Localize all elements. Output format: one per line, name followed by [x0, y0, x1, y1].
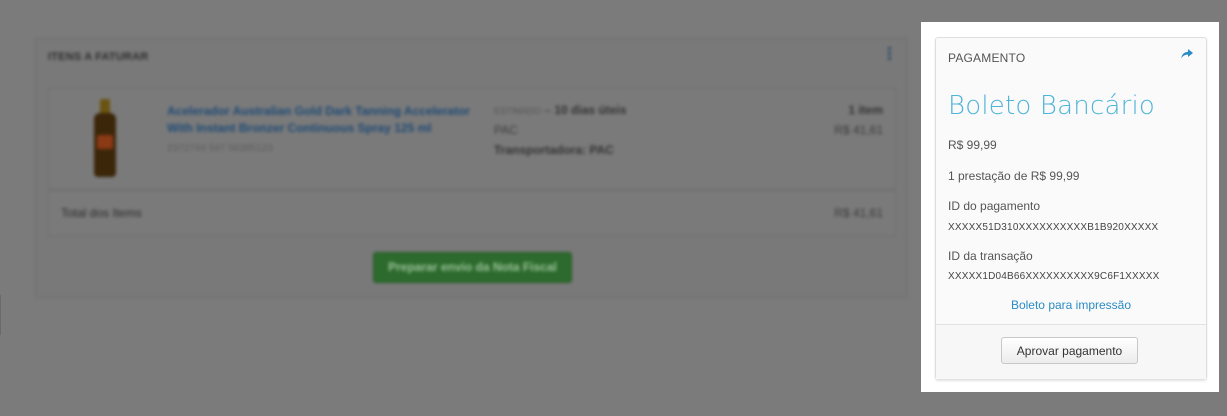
- shipping-method: PAC: [494, 123, 518, 137]
- prepare-invoice-button[interactable]: Preparar envio da Nota Fiscal: [373, 252, 572, 283]
- payment-id-value: XXXXX51D310XXXXXXXXXXB1B920XXXXX: [948, 222, 1159, 233]
- shipping-carrier: Transportadora: PAC: [494, 143, 614, 157]
- items-panel: ITENS A FATURAR Acelerador Australian Go…: [35, 38, 907, 298]
- boleto-print-link[interactable]: Boleto para impressão: [936, 298, 1206, 312]
- payment-method: Boleto Bancário: [948, 91, 1156, 121]
- payment-amount: R$ 99,99: [948, 138, 997, 152]
- payment-highlight-frame: PAGAMENTO Boleto Bancário R$ 99,99 1 pre…: [921, 22, 1219, 392]
- payment-installments: 1 prestação de R$ 99,99: [948, 169, 1080, 183]
- items-total-value: R$ 41,61: [834, 206, 883, 220]
- item-quantity: 1 item: [848, 103, 883, 117]
- transaction-id-label: ID da transação: [948, 249, 1033, 263]
- product-sku: 2372744 547 56385123: [167, 143, 273, 154]
- items-to-invoice-section: ITENS A FATURAR Acelerador Australian Go…: [35, 38, 907, 298]
- shipping-estimate: ESTIMADO – 10 dias úteis: [494, 103, 627, 117]
- product-name-link[interactable]: Acelerador Australian Gold Dark Tanning …: [167, 103, 487, 137]
- item-row: Acelerador Australian Gold Dark Tanning …: [48, 88, 896, 190]
- product-image: [92, 99, 118, 179]
- payment-panel-footer: Aprovar pagamento: [936, 324, 1206, 379]
- item-price: R$ 41,61: [834, 123, 883, 137]
- items-total-label: Total dos Items: [61, 206, 142, 220]
- shipping-estimate-value: 10 dias úteis: [554, 103, 627, 117]
- payment-id-label: ID do pagamento: [948, 199, 1041, 213]
- items-panel-title: ITENS A FATURAR: [48, 51, 149, 63]
- payment-panel-title: PAGAMENTO: [948, 51, 1026, 65]
- share-arrow-icon[interactable]: [1180, 48, 1194, 60]
- payment-panel: PAGAMENTO Boleto Bancário R$ 99,99 1 pre…: [935, 37, 1207, 379]
- transaction-id-value: XXXXX1D04B66XXXXXXXXXX9C6F1XXXXX: [948, 271, 1160, 282]
- shipping-estimate-key: ESTIMADO: [494, 106, 542, 116]
- divider: [0, 295, 1, 335]
- approve-payment-button[interactable]: Aprovar pagamento: [1001, 337, 1138, 364]
- vertical-dots-icon[interactable]: [888, 47, 892, 61]
- items-total-row: Total dos Items R$ 41,61: [48, 190, 896, 236]
